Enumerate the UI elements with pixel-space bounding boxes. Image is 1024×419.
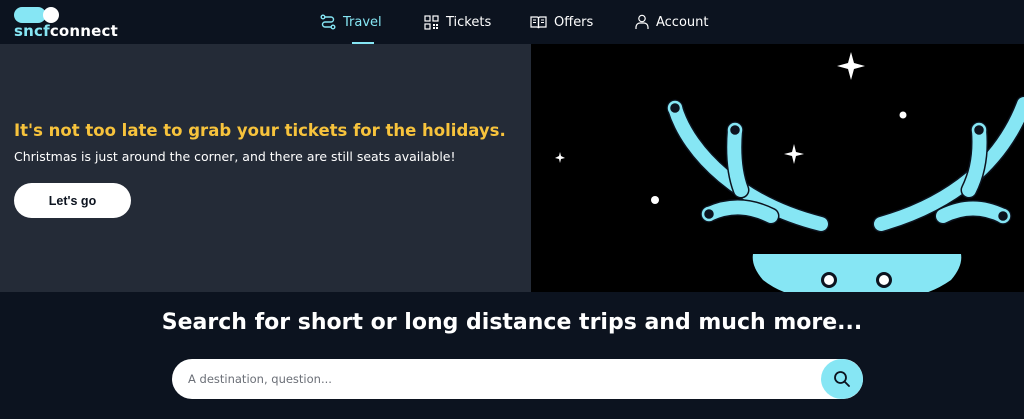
star-shape <box>837 52 865 80</box>
search-input[interactable] <box>188 359 808 399</box>
reindeer-antlers-illustration <box>531 44 1024 292</box>
nav-account[interactable]: Account <box>635 0 709 44</box>
lets-go-button[interactable]: Let's go <box>14 183 131 218</box>
star-dot <box>651 196 659 204</box>
nav-tickets-label: Tickets <box>446 14 492 30</box>
logo-toggle-shape <box>14 7 46 23</box>
nav-offers-label: Offers <box>554 14 594 30</box>
logo-text-sncf: sncf <box>14 22 50 40</box>
search-box <box>172 359 863 399</box>
user-icon <box>635 14 649 29</box>
route-icon <box>320 14 336 30</box>
star-shape <box>555 152 565 163</box>
search-button[interactable] <box>821 359 863 399</box>
star-dot <box>899 111 907 119</box>
reindeer-illustration-svg <box>555 52 1024 292</box>
top-header: sncfconnect Travel Tickets Offers Accoun… <box>0 0 1024 44</box>
hero-promo-panel <box>0 44 531 292</box>
search-icon <box>834 371 850 387</box>
hero-subtitle: Christmas is just around the corner, and… <box>14 149 456 164</box>
nav-offers[interactable]: Offers <box>530 0 593 44</box>
logo-wordmark: sncfconnect <box>14 22 118 40</box>
nav-tickets[interactable]: Tickets <box>424 0 491 44</box>
search-section-title: Search for short or long distance trips … <box>161 310 863 335</box>
nav-account-label: Account <box>656 14 709 30</box>
nav-travel-label: Travel <box>343 14 382 30</box>
nav-travel[interactable]: Travel <box>320 0 382 44</box>
hero-title: It's not too late to grab your tickets f… <box>14 121 506 140</box>
sncf-connect-logo[interactable]: sncfconnect <box>14 6 124 40</box>
logo-text-connect: connect <box>49 22 119 40</box>
star-shape <box>784 144 804 164</box>
book-icon <box>530 15 547 28</box>
qr-code-icon <box>424 14 439 30</box>
logo-toggle-knob <box>43 7 59 23</box>
